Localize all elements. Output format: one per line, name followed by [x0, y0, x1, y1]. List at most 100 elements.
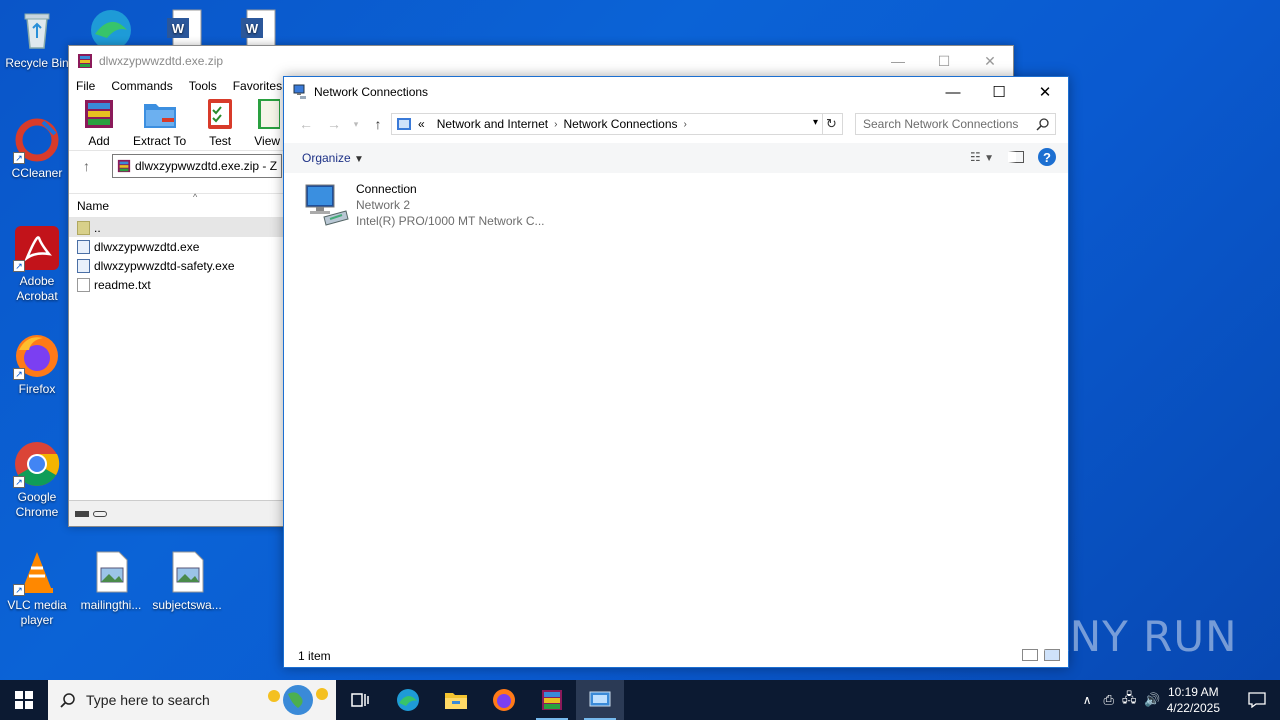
start-button[interactable]	[0, 680, 48, 720]
search-input[interactable]: Search Network Connections	[855, 113, 1056, 135]
nc-address-bar[interactable]: « Network and Internet › Network Connect…	[391, 113, 823, 135]
refresh-button[interactable]: ↻	[821, 113, 843, 135]
shortcut-arrow-icon: ↗	[13, 584, 25, 596]
breadcrumb-network-internet[interactable]: Network and Internet	[437, 117, 548, 131]
taskbar-search-placeholder: Type here to search	[86, 692, 210, 708]
taskbar-search-box[interactable]: Type here to search	[48, 680, 336, 720]
test-button[interactable]: Test	[202, 96, 238, 148]
network-connections-window[interactable]: Network Connections — ☐ ✕ ← → ▾ ↑ « Netw…	[283, 76, 1069, 668]
clock[interactable]: 10:19 AM 4/22/2025	[1167, 684, 1220, 716]
winrar-titlebar[interactable]: dlwxzypwwzdtd.exe.zip	[69, 46, 1013, 76]
extract-to-button[interactable]: Extract To	[133, 96, 186, 148]
search-placeholder: Search Network Connections	[863, 117, 1019, 131]
maximize-button[interactable]: ☐	[921, 46, 967, 76]
key-icon	[93, 510, 107, 517]
task-view-icon	[351, 693, 369, 707]
item-count: 1 item	[298, 649, 331, 663]
file-row[interactable]: ..	[69, 218, 285, 237]
organize-label: Organize	[302, 151, 351, 165]
back-arrow-icon[interactable]: ←	[292, 112, 320, 136]
network-status-icon[interactable]: ⎙	[1104, 692, 1114, 708]
maximize-button[interactable]: ☐	[976, 77, 1022, 107]
desktop-icon-recycle-bin[interactable]: Recycle Bin	[0, 6, 74, 71]
recycle-bin-icon	[13, 6, 61, 54]
task-view-button[interactable]	[336, 680, 384, 720]
close-button[interactable]: ✕	[967, 46, 1013, 76]
clock-date: 4/22/2025	[1166, 701, 1220, 715]
chevron-up-icon[interactable]: ∧	[1083, 693, 1092, 707]
desktop-icon-file[interactable]: mailingthi...	[74, 548, 148, 613]
desktop-icon-label: Firefox	[18, 382, 56, 396]
text-file-icon	[77, 277, 90, 292]
chevron-right-icon[interactable]: ›	[684, 119, 687, 130]
network-connections-icon	[292, 84, 308, 100]
desktop-icon-ccleaner[interactable]: ↗ CCleaner	[0, 116, 74, 181]
desktop-icon-file[interactable]: subjectswa...	[150, 548, 224, 613]
up-arrow-icon[interactable]: ↑	[364, 112, 392, 136]
breadcrumb-overflow[interactable]: «	[418, 117, 425, 131]
clock-time: 10:19 AM	[1167, 685, 1219, 699]
chevron-down-icon[interactable]: ▾	[813, 117, 818, 128]
test-label: Test	[209, 134, 232, 148]
winrar-path-field[interactable]: dlwxzypwwzdtd.exe.zip - Z	[112, 153, 282, 178]
edge-icon	[397, 689, 419, 711]
change-view-button[interactable]: ☷ ▼	[970, 150, 994, 164]
file-row[interactable]: dlwxzypwwzdtd.exe	[69, 237, 285, 256]
nc-title: Network Connections	[314, 85, 429, 99]
recent-dropdown-icon[interactable]: ▾	[348, 112, 364, 136]
winrar-app-icon	[77, 53, 93, 69]
preview-pane-icon[interactable]	[1008, 151, 1024, 163]
image-file-icon	[163, 548, 211, 596]
system-tray: ∧ ⎙ 🖧 🔊 10:19 AM 4/22/2025	[1083, 680, 1280, 720]
details-view-icon[interactable]	[1022, 649, 1038, 661]
close-button[interactable]: ✕	[1022, 77, 1068, 107]
taskbar-firefox[interactable]	[480, 680, 528, 720]
notifications-icon[interactable]	[1234, 680, 1280, 720]
desktop-icon-vlc[interactable]: ↗ VLC media player	[0, 548, 74, 628]
desktop-icon-label: subjectswa...	[152, 598, 222, 612]
column-header-name[interactable]: Name ^	[69, 192, 285, 218]
organize-button[interactable]: Organize ▼	[302, 151, 364, 165]
view-button[interactable]: View	[254, 96, 281, 148]
winrar-path: dlwxzypwwzdtd.exe.zip - Z	[135, 158, 278, 173]
minimize-button[interactable]: —	[875, 46, 921, 76]
forward-arrow-icon[interactable]: →	[320, 112, 348, 136]
taskbar-winrar[interactable]	[528, 680, 576, 720]
chevron-right-icon[interactable]: ›	[554, 119, 557, 130]
up-arrow-icon[interactable]: ↑	[83, 158, 90, 174]
menu-commands[interactable]: Commands	[111, 79, 172, 93]
menu-tools[interactable]: Tools	[189, 79, 217, 93]
nc-command-bar: Organize ▼ ☷ ▼ ?	[284, 143, 1068, 173]
winrar-title: dlwxzypwwzdtd.exe.zip	[99, 54, 224, 68]
volume-icon[interactable]: 🔊	[1144, 692, 1160, 708]
shortcut-arrow-icon: ↗	[13, 476, 25, 488]
desktop-icon-acrobat[interactable]: ↗ Adobe Acrobat	[0, 224, 74, 304]
firefox-icon: ↗	[13, 332, 61, 380]
file-row[interactable]: readme.txt	[69, 275, 285, 294]
desktop-icon-label: VLC media player	[7, 598, 67, 627]
connection-item[interactable]: Connection Network 2 Intel(R) PRO/1000 M…	[302, 181, 545, 229]
menu-favorites[interactable]: Favorites	[233, 79, 282, 93]
connection-adapter: Intel(R) PRO/1000 MT Network C...	[356, 214, 545, 228]
help-icon[interactable]: ?	[1038, 148, 1056, 166]
menu-file[interactable]: File	[76, 79, 95, 93]
vlc-icon: ↗	[13, 548, 61, 596]
add-button[interactable]: Add	[81, 96, 117, 148]
file-name: ..	[94, 220, 101, 235]
drive-icon	[75, 510, 89, 517]
desktop-icon-chrome[interactable]: ↗ Google Chrome	[0, 440, 74, 520]
firefox-icon	[493, 689, 515, 711]
watermark: ANY RUN	[1040, 612, 1238, 661]
desktop-icon-label: Google Chrome	[15, 490, 59, 519]
svg-text:W: W	[246, 21, 259, 36]
taskbar-edge[interactable]	[384, 680, 432, 720]
taskbar-file-explorer[interactable]	[432, 680, 480, 720]
minimize-button[interactable]: —	[930, 77, 976, 107]
breadcrumb-network-connections[interactable]: Network Connections	[563, 117, 677, 131]
ethernet-icon[interactable]: 🖧	[1122, 689, 1137, 711]
desktop-icon-firefox[interactable]: ↗ Firefox	[0, 332, 74, 397]
taskbar-network-connections[interactable]	[576, 680, 624, 720]
desktop-icon-label: Recycle Bin	[5, 56, 69, 70]
file-name: readme.txt	[94, 277, 151, 292]
file-row[interactable]: dlwxzypwwzdtd-safety.exe	[69, 256, 285, 275]
